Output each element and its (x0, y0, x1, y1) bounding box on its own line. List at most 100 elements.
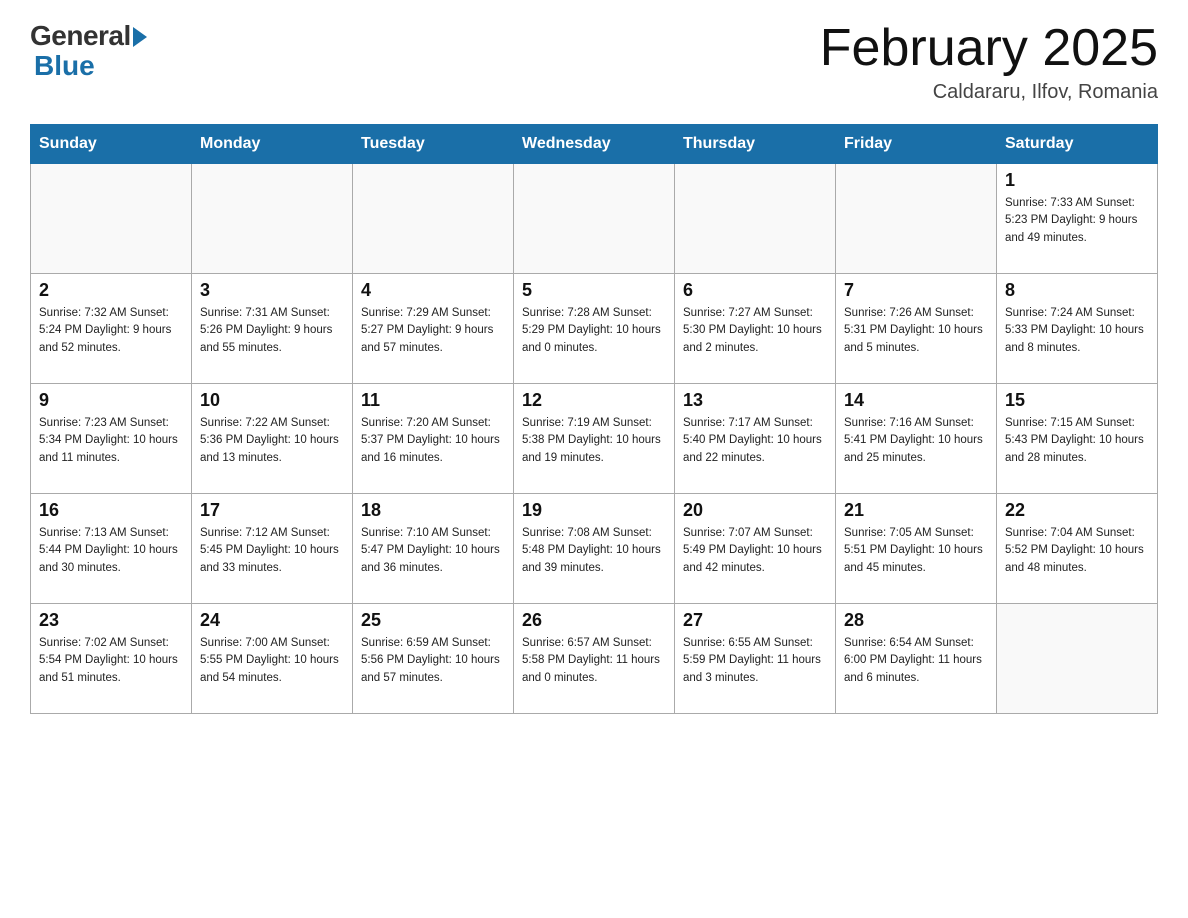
day-info: Sunrise: 7:12 AM Sunset: 5:45 PM Dayligh… (200, 525, 344, 577)
calendar-cell (31, 164, 192, 274)
day-info: Sunrise: 7:08 AM Sunset: 5:48 PM Dayligh… (522, 525, 666, 577)
weekday-header-thursday: Thursday (675, 125, 836, 164)
calendar-cell (675, 164, 836, 274)
calendar-cell: 20 Sunrise: 7:07 AM Sunset: 5:49 PM Dayli… (675, 494, 836, 604)
calendar-cell (997, 604, 1158, 714)
day-info: Sunrise: 7:19 AM Sunset: 5:38 PM Dayligh… (522, 415, 666, 467)
day-info: Sunrise: 6:59 AM Sunset: 5:56 PM Dayligh… (361, 635, 505, 687)
day-info: Sunrise: 7:24 AM Sunset: 5:33 PM Dayligh… (1005, 305, 1149, 357)
day-number: 28 (844, 610, 988, 631)
weekday-header-saturday: Saturday (997, 125, 1158, 164)
day-info: Sunrise: 7:13 AM Sunset: 5:44 PM Dayligh… (39, 525, 183, 577)
calendar-cell: 12 Sunrise: 7:19 AM Sunset: 5:38 PM Dayli… (514, 384, 675, 494)
weekday-header-sunday: Sunday (31, 125, 192, 164)
logo: General Blue (30, 20, 147, 82)
day-number: 10 (200, 390, 344, 411)
calendar-cell (192, 164, 353, 274)
calendar-header: SundayMondayTuesdayWednesdayThursdayFrid… (31, 125, 1158, 164)
day-number: 5 (522, 280, 666, 301)
day-info: Sunrise: 7:28 AM Sunset: 5:29 PM Dayligh… (522, 305, 666, 357)
calendar-cell: 15 Sunrise: 7:15 AM Sunset: 5:43 PM Dayli… (997, 384, 1158, 494)
weekday-header-row: SundayMondayTuesdayWednesdayThursdayFrid… (31, 125, 1158, 164)
day-info: Sunrise: 6:57 AM Sunset: 5:58 PM Dayligh… (522, 635, 666, 687)
day-info: Sunrise: 6:55 AM Sunset: 5:59 PM Dayligh… (683, 635, 827, 687)
day-number: 3 (200, 280, 344, 301)
day-number: 15 (1005, 390, 1149, 411)
day-number: 21 (844, 500, 988, 521)
calendar-cell: 1Sunrise: 7:33 AM Sunset: 5:23 PM Daylig… (997, 164, 1158, 274)
week-row-1: 1Sunrise: 7:33 AM Sunset: 5:23 PM Daylig… (31, 164, 1158, 274)
calendar-cell: 27 Sunrise: 6:55 AM Sunset: 5:59 PM Dayli… (675, 604, 836, 714)
day-number: 19 (522, 500, 666, 521)
calendar-table: SundayMondayTuesdayWednesdayThursdayFrid… (30, 124, 1158, 714)
calendar-cell: 17Sunrise: 7:12 AM Sunset: 5:45 PM Dayli… (192, 494, 353, 604)
calendar-cell: 11Sunrise: 7:20 AM Sunset: 5:37 PM Dayli… (353, 384, 514, 494)
day-info: Sunrise: 7:23 AM Sunset: 5:34 PM Dayligh… (39, 415, 183, 467)
week-row-4: 16 Sunrise: 7:13 AM Sunset: 5:44 PM Dayli… (31, 494, 1158, 604)
week-row-3: 9 Sunrise: 7:23 AM Sunset: 5:34 PM Daylig… (31, 384, 1158, 494)
day-number: 13 (683, 390, 827, 411)
day-number: 12 (522, 390, 666, 411)
calendar-cell: 4Sunrise: 7:29 AM Sunset: 5:27 PM Daylig… (353, 274, 514, 384)
day-number: 26 (522, 610, 666, 631)
calendar-body: 1Sunrise: 7:33 AM Sunset: 5:23 PM Daylig… (31, 164, 1158, 714)
day-number: 9 (39, 390, 183, 411)
day-info: Sunrise: 7:02 AM Sunset: 5:54 PM Dayligh… (39, 635, 183, 687)
week-row-2: 2Sunrise: 7:32 AM Sunset: 5:24 PM Daylig… (31, 274, 1158, 384)
calendar-cell: 13 Sunrise: 7:17 AM Sunset: 5:40 PM Dayli… (675, 384, 836, 494)
day-number: 2 (39, 280, 183, 301)
day-number: 14 (844, 390, 988, 411)
calendar-cell: 9 Sunrise: 7:23 AM Sunset: 5:34 PM Daylig… (31, 384, 192, 494)
calendar-cell: 3 Sunrise: 7:31 AM Sunset: 5:26 PM Daylig… (192, 274, 353, 384)
calendar-cell (836, 164, 997, 274)
month-title: February 2025 (820, 20, 1158, 77)
calendar-cell: 14Sunrise: 7:16 AM Sunset: 5:41 PM Dayli… (836, 384, 997, 494)
day-number: 20 (683, 500, 827, 521)
day-info: Sunrise: 7:20 AM Sunset: 5:37 PM Dayligh… (361, 415, 505, 467)
week-row-5: 23 Sunrise: 7:02 AM Sunset: 5:54 PM Dayli… (31, 604, 1158, 714)
day-number: 7 (844, 280, 988, 301)
day-info: Sunrise: 6:54 AM Sunset: 6:00 PM Dayligh… (844, 635, 988, 687)
day-info: Sunrise: 7:04 AM Sunset: 5:52 PM Dayligh… (1005, 525, 1149, 577)
calendar-cell: 6Sunrise: 7:27 AM Sunset: 5:30 PM Daylig… (675, 274, 836, 384)
calendar-cell (514, 164, 675, 274)
day-info: Sunrise: 7:26 AM Sunset: 5:31 PM Dayligh… (844, 305, 988, 357)
weekday-header-friday: Friday (836, 125, 997, 164)
logo-arrow-icon (133, 27, 147, 47)
location-text: Caldararu, Ilfov, Romania (820, 81, 1158, 104)
calendar-cell: 8 Sunrise: 7:24 AM Sunset: 5:33 PM Daylig… (997, 274, 1158, 384)
calendar-cell: 21Sunrise: 7:05 AM Sunset: 5:51 PM Dayli… (836, 494, 997, 604)
calendar-cell: 2Sunrise: 7:32 AM Sunset: 5:24 PM Daylig… (31, 274, 192, 384)
calendar-cell: 25 Sunrise: 6:59 AM Sunset: 5:56 PM Dayli… (353, 604, 514, 714)
title-area: February 2025 Caldararu, Ilfov, Romania (820, 20, 1158, 104)
day-info: Sunrise: 7:15 AM Sunset: 5:43 PM Dayligh… (1005, 415, 1149, 467)
weekday-header-monday: Monday (192, 125, 353, 164)
calendar-cell: 5 Sunrise: 7:28 AM Sunset: 5:29 PM Daylig… (514, 274, 675, 384)
calendar-cell: 26 Sunrise: 6:57 AM Sunset: 5:58 PM Dayli… (514, 604, 675, 714)
day-info: Sunrise: 7:07 AM Sunset: 5:49 PM Dayligh… (683, 525, 827, 577)
day-number: 18 (361, 500, 505, 521)
logo-blue-text: Blue (30, 50, 95, 82)
day-number: 22 (1005, 500, 1149, 521)
day-info: Sunrise: 7:17 AM Sunset: 5:40 PM Dayligh… (683, 415, 827, 467)
day-number: 1 (1005, 170, 1149, 191)
day-info: Sunrise: 7:10 AM Sunset: 5:47 PM Dayligh… (361, 525, 505, 577)
day-number: 25 (361, 610, 505, 631)
calendar-cell: 28 Sunrise: 6:54 AM Sunset: 6:00 PM Dayli… (836, 604, 997, 714)
calendar-cell: 22 Sunrise: 7:04 AM Sunset: 5:52 PM Dayli… (997, 494, 1158, 604)
weekday-header-tuesday: Tuesday (353, 125, 514, 164)
calendar-cell: 7 Sunrise: 7:26 AM Sunset: 5:31 PM Daylig… (836, 274, 997, 384)
day-number: 27 (683, 610, 827, 631)
day-number: 8 (1005, 280, 1149, 301)
calendar-cell: 18 Sunrise: 7:10 AM Sunset: 5:47 PM Dayli… (353, 494, 514, 604)
calendar-cell: 16 Sunrise: 7:13 AM Sunset: 5:44 PM Dayli… (31, 494, 192, 604)
weekday-header-wednesday: Wednesday (514, 125, 675, 164)
day-info: Sunrise: 7:00 AM Sunset: 5:55 PM Dayligh… (200, 635, 344, 687)
calendar-cell: 23 Sunrise: 7:02 AM Sunset: 5:54 PM Dayli… (31, 604, 192, 714)
day-info: Sunrise: 7:31 AM Sunset: 5:26 PM Dayligh… (200, 305, 344, 357)
day-number: 6 (683, 280, 827, 301)
calendar-cell: 10 Sunrise: 7:22 AM Sunset: 5:36 PM Dayli… (192, 384, 353, 494)
day-info: Sunrise: 7:22 AM Sunset: 5:36 PM Dayligh… (200, 415, 344, 467)
day-number: 23 (39, 610, 183, 631)
day-number: 16 (39, 500, 183, 521)
